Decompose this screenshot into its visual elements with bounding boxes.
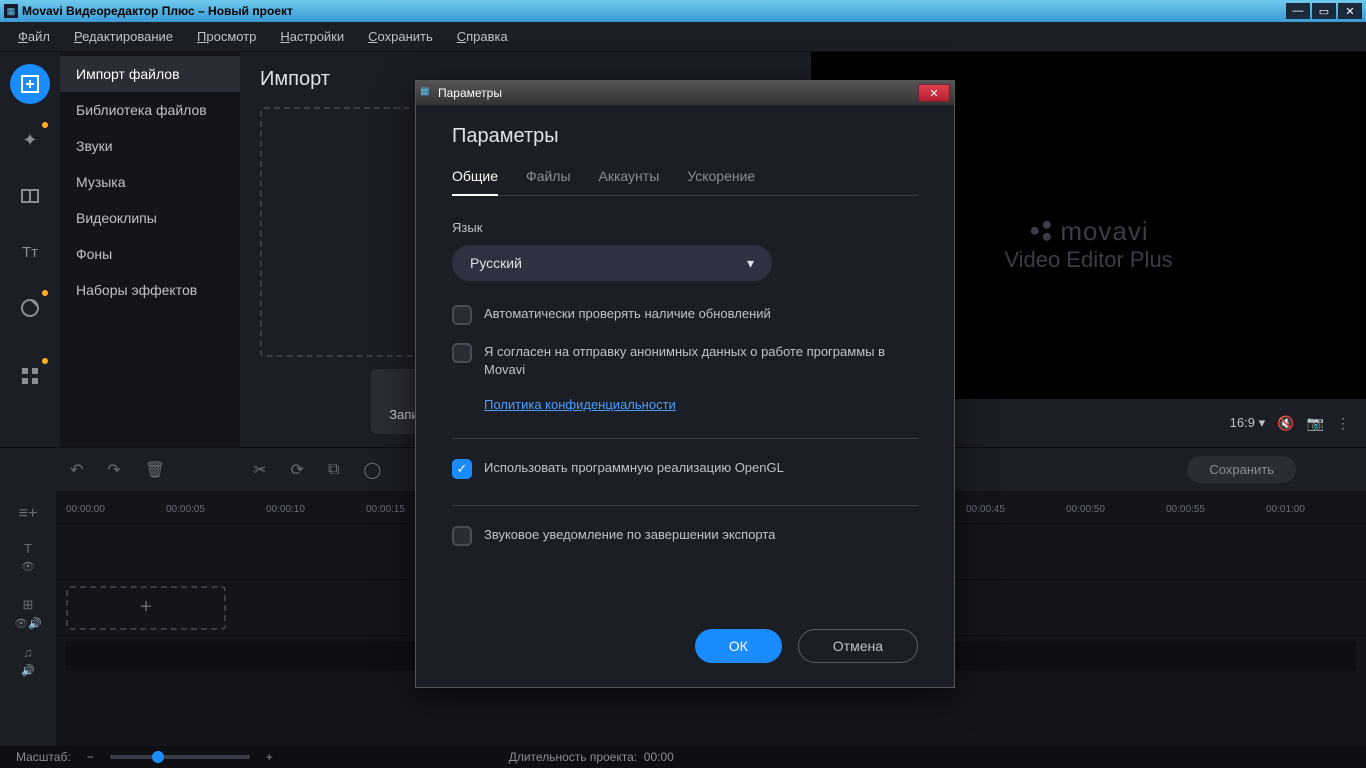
chevron-down-icon: ▾ [747,255,754,272]
left-rail: ✦ Тт [0,52,60,447]
cancel-button[interactable]: Отмена [798,629,918,663]
preview-subtitle: Video Editor Plus [1004,246,1172,272]
dialog-window-title: Параметры [438,86,502,100]
privacy-policy-link[interactable]: Политика конфиденциальности [484,397,918,412]
sound-notif-checkbox[interactable] [452,526,472,546]
menu-edit[interactable]: Редактирование [64,25,183,48]
language-value: Русский [470,255,522,271]
cut-icon[interactable]: ✂ [253,460,266,480]
menu-save[interactable]: Сохранить [358,25,443,48]
dialog-titlebar[interactable]: ▦ Параметры ✕ [416,81,954,105]
preview-watermark: movavi Video Editor Plus [1004,215,1172,272]
sound-notif-label: Звуковое уведомление по завершении экспо… [484,526,775,544]
tab-files[interactable]: Файлы [526,168,570,195]
dialog-tabs: Общие Файлы Аккаунты Ускорение [452,168,918,196]
sidebar-item-videoclips[interactable]: Видеоклипы [60,200,240,236]
opengl-checkbox[interactable]: ✓ [452,459,472,479]
divider [452,438,918,439]
rail-titles-icon[interactable]: Тт [10,232,50,272]
snapshot-icon[interactable]: 📷 [1307,415,1324,432]
close-button[interactable]: ✕ [1338,3,1362,19]
dialog-footer: ОК Отмена [416,613,954,687]
export-button[interactable]: Сохранить [1187,456,1296,483]
language-label: Язык [452,220,918,235]
opengl-label: Использовать программную реализацию Open… [484,459,784,477]
rail-stickers-icon[interactable] [10,288,50,328]
zoom-label: Масштаб: [16,750,71,764]
delete-icon[interactable]: 🗑 [145,460,165,480]
maximize-button[interactable]: ▭ [1312,3,1336,19]
rail-filters-icon[interactable]: ✦ [10,120,50,160]
aspect-ratio-selector[interactable]: 16:9 ▾ [1230,415,1265,431]
redo-icon[interactable]: ↷ [107,460,120,480]
video-track-controls[interactable]: ⊞ 👁🔊 [0,585,56,641]
undo-icon[interactable]: ↶ [70,460,83,480]
rail-import-icon[interactable] [10,64,50,104]
timeline-track-controls: ≡+ T 👁 ⊞ 👁🔊 ♫ 🔊 [0,491,56,746]
preview-menu-icon[interactable]: ⋮ [1336,415,1350,432]
sidebar-item-import-files[interactable]: Импорт файлов [60,56,240,92]
consent-checkbox[interactable] [452,343,472,363]
preview-brand: movavi [1060,215,1148,246]
audio-track-controls[interactable]: ♫ 🔊 [0,641,56,681]
rotate-icon[interactable]: ⟳ [291,460,304,480]
sidebar-item-effect-sets[interactable]: Наборы эффектов [60,272,240,308]
dialog-app-icon: ▦ [420,86,434,100]
ok-button[interactable]: ОК [695,629,782,663]
menu-view[interactable]: Просмотр [187,25,266,48]
zoom-slider[interactable] [110,755,250,759]
statusbar: Масштаб: − + Длительность проекта: 00:00 [0,746,1366,768]
sidebar-item-music[interactable]: Музыка [60,164,240,200]
color-icon[interactable]: ◯ [363,460,381,480]
language-select[interactable]: Русский ▾ [452,245,772,281]
crop-icon[interactable]: ⧉ [328,461,339,479]
menu-settings[interactable]: Настройки [270,25,354,48]
tab-acceleration[interactable]: Ускорение [687,168,755,195]
minimize-button[interactable]: — [1286,3,1310,19]
sidebar: Импорт файлов Библиотека файлов Звуки Му… [60,52,240,447]
volume-icon[interactable]: 🔇 [1277,415,1294,432]
rail-more-icon[interactable] [10,356,50,396]
window-title: Movavi Видеоредактор Плюс – Новый проект [22,4,1286,18]
consent-label: Я согласен на отправку анонимных данных … [484,343,918,379]
dialog-close-button[interactable]: ✕ [918,84,950,102]
menu-file[interactable]: Файл [8,25,60,48]
menu-help[interactable]: Справка [447,25,518,48]
app-icon: ▦ [4,4,18,18]
tab-general[interactable]: Общие [452,168,498,196]
check-updates-checkbox[interactable] [452,305,472,325]
title-track-controls[interactable]: T 👁 [0,529,56,585]
settings-dialog: ▦ Параметры ✕ Параметры Общие Файлы Акка… [415,80,955,688]
tab-accounts[interactable]: Аккаунты [599,168,660,195]
check-updates-label: Автоматически проверять наличие обновлен… [484,305,771,323]
divider [452,505,918,506]
window-titlebar: ▦ Movavi Видеоредактор Плюс – Новый прое… [0,0,1366,22]
video-track-drop[interactable]: + [66,586,226,630]
sidebar-item-backgrounds[interactable]: Фоны [60,236,240,272]
sidebar-item-sounds[interactable]: Звуки [60,128,240,164]
add-track-icon[interactable]: ≡+ [0,499,56,529]
menubar: Файл Редактирование Просмотр Настройки С… [0,22,1366,52]
dialog-heading: Параметры [452,125,918,148]
duration-label: Длительность проекта: 00:00 [509,750,674,764]
sidebar-item-file-library[interactable]: Библиотека файлов [60,92,240,128]
zoom-in-icon[interactable]: + [266,750,273,764]
zoom-out-icon[interactable]: − [87,750,94,764]
rail-transitions-icon[interactable] [10,176,50,216]
zoom-thumb[interactable] [152,751,164,763]
